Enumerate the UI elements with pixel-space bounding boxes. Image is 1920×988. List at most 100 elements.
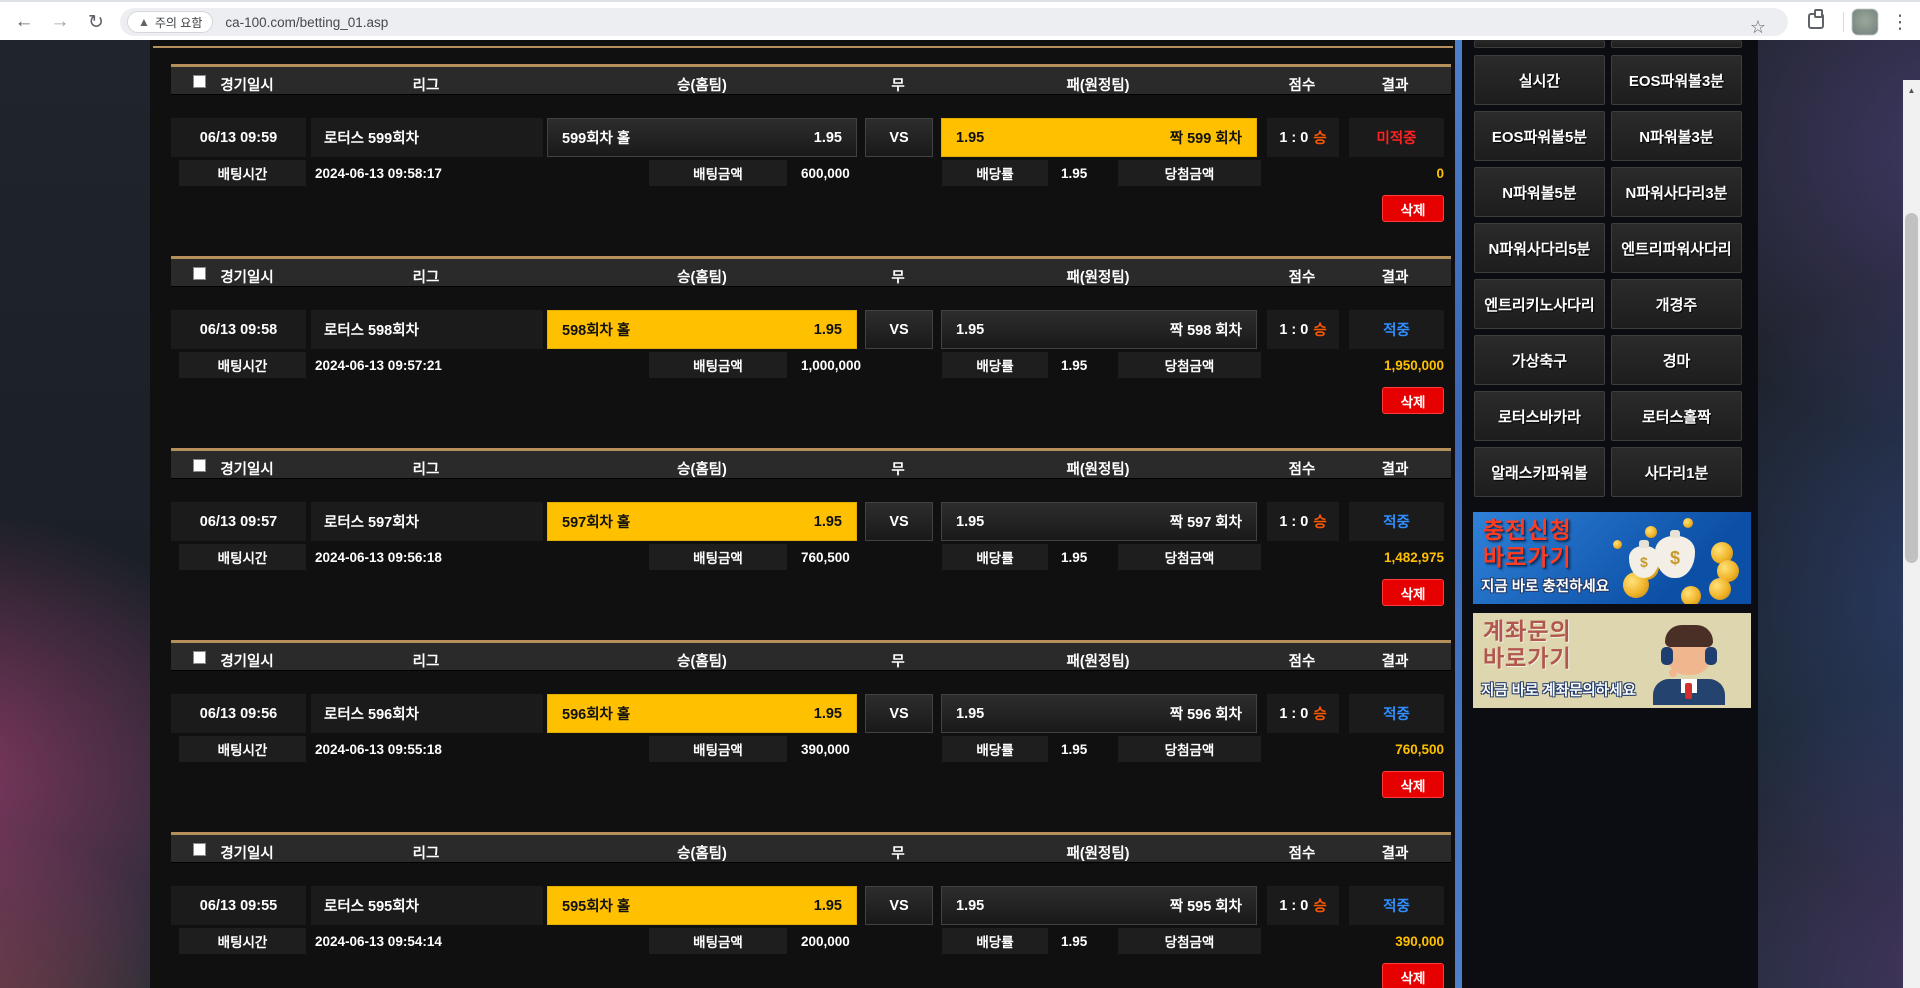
profile-avatar[interactable] (1852, 9, 1878, 35)
header-away: 패(원정팀) (1066, 846, 1130, 862)
address-bar[interactable]: ▲ 주의 요함 ca-100.com/betting_01.asp ☆ (120, 8, 1788, 37)
bet-time-value: 2024-06-13 09:56:18 (315, 549, 442, 565)
site-warning-badge[interactable]: ▲ 주의 요함 (127, 11, 214, 33)
score-value: 1 : 0 (1279, 705, 1309, 722)
account-banner[interactable]: 계좌문의 바로가기 지금 바로 계좌문의하세요 (1473, 613, 1751, 708)
home-odds-cell[interactable]: 596회차 홀 1.95 (547, 694, 857, 733)
vs-cell: VS (865, 118, 933, 157)
delete-button[interactable]: 삭제 (1382, 579, 1444, 606)
score-value: 1 : 0 (1279, 513, 1309, 530)
sidebar-game-button[interactable]: 엔트리파워사다리 (1611, 223, 1742, 273)
away-odds-cell[interactable]: 1.95 짝 599 회차 (941, 118, 1257, 157)
home-odds: 1.95 (813, 129, 842, 146)
home-team-name: 595회차 홀 (562, 899, 631, 915)
result-text: 적중 (1383, 707, 1410, 723)
payout-label: 당첨금액 (1118, 928, 1261, 954)
away-odds: 1.95 (956, 321, 985, 338)
league-name: 로터스 597회차 (311, 502, 543, 541)
score-outcome: 승 (1313, 515, 1327, 531)
header-away: 패(원정팀) (1066, 270, 1130, 286)
header-date: 경기일시 (220, 654, 274, 670)
select-checkbox[interactable] (193, 651, 206, 664)
header-score: 점수 (1288, 654, 1316, 670)
bet-time-label: 배팅시간 (179, 160, 306, 186)
betting-history-panel: 경기일시 리그 승(홈팀) 무 패(원정팀) 점수 결과 06/13 09:59… (150, 40, 1455, 988)
sidebar-game-button[interactable]: 로터스바카라 (1474, 391, 1605, 441)
screen: ← → ↻ ▲ 주의 요함 ca-100.com/betting_01.asp … (0, 0, 1920, 988)
sidebar-game-button[interactable]: N파워사다리5분 (1474, 223, 1605, 273)
sidebar-game-button[interactable]: N파워사다리3분 (1611, 167, 1742, 217)
home-odds: 1.95 (813, 321, 842, 338)
header-score: 점수 (1288, 78, 1316, 94)
section-header-row: 경기일시 리그 승(홈팀) 무 패(원정팀) 점수 결과 (171, 448, 1451, 479)
match-time: 06/13 09:55 (171, 886, 306, 925)
sidebar-game-button[interactable]: EOS파워볼3분 (1611, 55, 1742, 105)
result-cell: 미적중 (1349, 118, 1444, 157)
away-odds-cell[interactable]: 1.95 짝 597 회차 (941, 502, 1257, 541)
page-scrollbar[interactable]: ▲ ▼ (1903, 80, 1920, 988)
select-checkbox[interactable] (193, 459, 206, 472)
select-checkbox[interactable] (193, 843, 206, 856)
away-odds-cell[interactable]: 1.95 짝 598 회차 (941, 310, 1257, 349)
bet-amount-value: 600,000 (801, 165, 850, 181)
header-home: 승(홈팀) (677, 78, 727, 94)
select-checkbox[interactable] (193, 75, 206, 88)
browser-menu-icon[interactable]: ⋮ (1884, 6, 1916, 38)
away-team-name: 짝 598 회차 (1169, 323, 1242, 339)
delete-button[interactable]: 삭제 (1382, 195, 1444, 222)
sidebar-game-button[interactable]: 사다리1분 (1611, 447, 1742, 497)
away-odds: 1.95 (956, 129, 985, 146)
bet-time-value: 2024-06-13 09:58:17 (315, 165, 442, 181)
deposit-banner-title: 충전신청 바로가기 (1483, 517, 1572, 570)
score-cell: 1 : 0 승 (1267, 502, 1339, 541)
header-date: 경기일시 (220, 462, 274, 478)
forward-icon[interactable]: → (44, 6, 76, 38)
delete-button[interactable]: 삭제 (1382, 387, 1444, 414)
score-outcome: 승 (1313, 899, 1327, 915)
sidebar-game-button[interactable]: N파워볼5분 (1474, 167, 1605, 217)
scroll-up-icon[interactable]: ▲ (1903, 82, 1920, 98)
score-value: 1 : 0 (1279, 129, 1309, 146)
bookmark-star-icon[interactable]: ☆ (1742, 11, 1774, 43)
sidebar-cutoff-button[interactable] (1611, 40, 1742, 48)
sidebar-game-button[interactable]: 엔트리키노사다리 (1474, 279, 1605, 329)
home-odds-cell[interactable]: 597회차 홀 1.95 (547, 502, 857, 541)
page-background: 경기일시 리그 승(홈팀) 무 패(원정팀) 점수 결과 06/13 09:59… (0, 40, 1920, 988)
deposit-banner[interactable]: 충전신청 바로가기 지금 바로 충전하세요 $ $ (1473, 512, 1751, 604)
extensions-icon[interactable] (1808, 9, 1824, 29)
payout-value: 1,482,975 (1383, 549, 1444, 565)
home-odds-cell[interactable]: 598회차 홀 1.95 (547, 310, 857, 349)
delete-button[interactable]: 삭제 (1382, 963, 1444, 988)
select-checkbox[interactable] (193, 267, 206, 280)
betting-section: 경기일시 리그 승(홈팀) 무 패(원정팀) 점수 결과 06/13 09:57… (171, 448, 1451, 640)
reload-icon[interactable]: ↻ (80, 6, 112, 38)
bet-time-value: 2024-06-13 09:57:21 (315, 357, 442, 373)
sidebar-game-button[interactable]: 실시간 (1474, 55, 1605, 105)
bet-odds-label: 배당률 (942, 544, 1048, 570)
sidebar-game-button[interactable]: N파워볼3분 (1611, 111, 1742, 161)
result-cell: 적중 (1349, 694, 1444, 733)
away-odds-cell[interactable]: 1.95 짝 595 회차 (941, 886, 1257, 925)
home-team-name: 598회차 홀 (562, 323, 631, 339)
payout-value: 760,500 (1395, 741, 1444, 757)
home-odds-cell[interactable]: 599회차 홀 1.95 (547, 118, 857, 157)
bet-time-label: 배팅시간 (179, 544, 306, 570)
bet-amount-value: 760,500 (801, 549, 850, 565)
home-odds: 1.95 (813, 897, 842, 914)
bet-odds-value: 1.95 (1061, 165, 1088, 181)
sidebar-game-button[interactable]: EOS파워볼5분 (1474, 111, 1605, 161)
sidebar-cutoff-button[interactable] (1474, 40, 1605, 48)
home-odds-cell[interactable]: 595회차 홀 1.95 (547, 886, 857, 925)
score-cell: 1 : 0 승 (1267, 694, 1339, 733)
back-icon[interactable]: ← (8, 6, 40, 38)
away-team-name: 짝 597 회차 (1169, 515, 1242, 531)
away-odds-cell[interactable]: 1.95 짝 596 회차 (941, 694, 1257, 733)
sidebar-game-button[interactable]: 경마 (1611, 335, 1742, 385)
sidebar-game-button[interactable]: 개경주 (1611, 279, 1742, 329)
delete-button[interactable]: 삭제 (1382, 771, 1444, 798)
sidebar-game-button[interactable]: 가상축구 (1474, 335, 1605, 385)
scrollbar-thumb[interactable] (1905, 213, 1918, 563)
sidebar-game-button[interactable]: 로터스홀짝 (1611, 391, 1742, 441)
browser-toolbar: ← → ↻ ▲ 주의 요함 ca-100.com/betting_01.asp … (0, 0, 1920, 40)
sidebar-game-button[interactable]: 알래스카파워볼 (1474, 447, 1605, 497)
